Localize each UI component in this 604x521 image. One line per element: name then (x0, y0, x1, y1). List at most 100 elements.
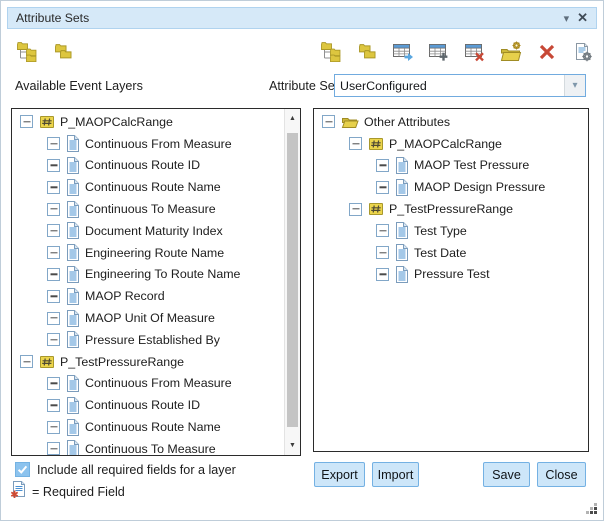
collapse-toggle-icon[interactable] (47, 290, 60, 303)
close-button[interactable]: Close (537, 462, 586, 487)
tree-row[interactable]: Test Date (314, 242, 588, 264)
document-icon (66, 397, 80, 414)
tree-node-label: P_TestPressureRange (60, 355, 184, 369)
import-button[interactable]: Import (372, 462, 419, 487)
tree-row[interactable]: Pressure Established By (12, 329, 284, 351)
collapse-toggle-icon[interactable] (47, 203, 60, 216)
table-arrow-icon (392, 42, 414, 62)
tree-node-label: Continuous Route Name (85, 420, 221, 434)
collapse-toggle-icon[interactable] (47, 312, 60, 325)
tree-row[interactable]: MAOP Record (12, 285, 284, 307)
collapse-toggle-icon[interactable] (349, 137, 362, 150)
document-icon (66, 440, 80, 455)
tree-row[interactable]: Engineering Route Name (12, 242, 284, 264)
tree-row[interactable]: Engineering To Route Name (12, 264, 284, 286)
add-event-layers-button[interactable] (15, 40, 39, 64)
scroll-up-icon[interactable]: ▲ (285, 111, 300, 126)
tree-row[interactable]: Continuous To Measure (12, 198, 284, 220)
vertical-scrollbar[interactable]: ▲ ▼ (284, 109, 300, 455)
remove-table-button[interactable] (463, 40, 487, 64)
dock-caret-icon[interactable]: ▾ (558, 12, 576, 25)
collapse-toggle-icon[interactable] (376, 181, 389, 194)
close-icon[interactable]: ✕ (575, 10, 596, 26)
scroll-down-icon[interactable]: ▼ (285, 438, 300, 453)
attribute-sets-dialog: Attribute Sets ▾ ✕ Available Event Layer… (0, 0, 604, 521)
tree-row[interactable]: Test Type (314, 220, 588, 242)
tree-node-label: Continuous To Measure (85, 202, 216, 216)
new-attribute-set-button[interactable] (499, 40, 523, 64)
document-icon (66, 157, 80, 174)
tree-row[interactable]: Continuous Route ID (12, 155, 284, 177)
collapse-toggle-icon[interactable] (47, 377, 60, 390)
event-layer-icon (368, 137, 384, 151)
resize-grip[interactable] (585, 502, 598, 515)
required-field-legend: = Required Field (32, 485, 125, 499)
document-icon (66, 201, 80, 218)
tree-row[interactable]: Continuous From Measure (12, 133, 284, 155)
tree-node-label: Continuous Route ID (85, 398, 200, 412)
collapse-toggle-icon[interactable] (376, 224, 389, 237)
tree-row[interactable]: Continuous Route Name (12, 176, 284, 198)
open-folders-button[interactable] (355, 40, 379, 64)
tree-row[interactable]: P_TestPressureRange (314, 198, 588, 220)
open-folders-button[interactable] (51, 40, 75, 64)
collapse-toggle-icon[interactable] (47, 224, 60, 237)
tree-row[interactable]: Continuous From Measure (12, 373, 284, 395)
document-icon (66, 222, 80, 239)
document-icon (66, 135, 80, 152)
add-table-button[interactable] (427, 40, 451, 64)
tree-node-label: MAOP Test Pressure (414, 158, 529, 172)
collapse-toggle-icon[interactable] (47, 399, 60, 412)
tree-row[interactable]: P_MAOPCalcRange (314, 133, 588, 155)
tree-row[interactable]: Pressure Test (314, 264, 588, 286)
attribute-set-dropdown[interactable]: UserConfigured ▾ (334, 74, 586, 97)
collapse-toggle-icon[interactable] (47, 246, 60, 259)
attribute-set-tree: Other AttributesP_MAOPCalcRange MAOP Test… (314, 109, 588, 451)
scrollbar-thumb[interactable] (287, 133, 298, 427)
tree-node-label: Continuous Route Name (85, 180, 221, 194)
tree-row[interactable]: P_TestPressureRange (12, 351, 284, 373)
right-toolbar (319, 40, 595, 64)
collapse-toggle-icon[interactable] (376, 268, 389, 281)
tree-folders-icon (319, 41, 343, 63)
collapse-toggle-icon[interactable] (47, 333, 60, 346)
tree-node-label: MAOP Record (85, 289, 165, 303)
tree-row[interactable]: MAOP Unit Of Measure (12, 307, 284, 329)
collapse-toggle-icon[interactable] (349, 203, 362, 216)
export-button[interactable]: Export (314, 462, 365, 487)
collapse-toggle-icon[interactable] (47, 268, 60, 281)
include-required-fields-checkbox[interactable] (15, 462, 30, 477)
collapse-toggle-icon[interactable] (376, 159, 389, 172)
collapse-toggle-icon[interactable] (322, 115, 335, 128)
document-icon (395, 222, 409, 239)
tree-node-label: Pressure Established By (85, 333, 220, 347)
tree-row[interactable]: Continuous To Measure (12, 438, 284, 455)
collapse-toggle-icon[interactable] (376, 246, 389, 259)
collapse-toggle-icon[interactable] (47, 159, 60, 172)
collapse-toggle-icon[interactable] (20, 355, 33, 368)
collapse-toggle-icon[interactable] (47, 137, 60, 150)
table-x-icon (464, 42, 486, 62)
tree-row[interactable]: MAOP Design Pressure (314, 176, 588, 198)
tree-row[interactable]: Document Maturity Index (12, 220, 284, 242)
document-icon (395, 157, 409, 174)
tree-row[interactable]: MAOP Test Pressure (314, 155, 588, 177)
collapse-toggle-icon[interactable] (20, 115, 33, 128)
configure-report-button[interactable] (571, 40, 595, 64)
tree-row[interactable]: P_MAOPCalcRange (12, 111, 284, 133)
red-x-icon (538, 44, 556, 60)
tree-row[interactable]: Continuous Route Name (12, 416, 284, 438)
add-event-layers-button[interactable] (319, 40, 343, 64)
save-button[interactable]: Save (483, 462, 530, 487)
delete-attribute-set-button[interactable] (535, 40, 559, 64)
dropdown-arrow-button[interactable]: ▾ (564, 75, 585, 96)
folders-icon (51, 41, 75, 63)
collapse-toggle-icon[interactable] (47, 181, 60, 194)
collapse-toggle-icon[interactable] (47, 442, 60, 455)
tree-row[interactable]: Continuous Route ID (12, 394, 284, 416)
tree-row[interactable]: Other Attributes (314, 111, 588, 133)
export-table-button[interactable] (391, 40, 415, 64)
document-icon (66, 179, 80, 196)
required-field-icon (10, 480, 27, 504)
collapse-toggle-icon[interactable] (47, 421, 60, 434)
